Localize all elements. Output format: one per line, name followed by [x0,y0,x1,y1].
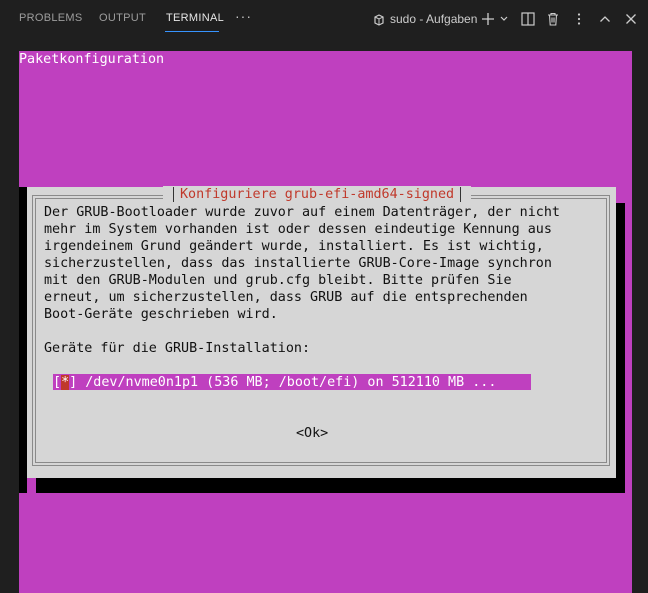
split-terminal-icon[interactable] [520,11,536,27]
body-line: erneut, um sicherzustellen, dass GRUB au… [44,290,528,305]
device-option-label: /dev/nvme0n1p1 (536 MB; /boot/efi) on 51… [77,375,497,390]
device-checkbox[interactable]: * [61,375,70,390]
install-devices-label: Geräte für die GRUB-Installation: [44,341,311,356]
more-actions-icon[interactable]: ··· [235,8,252,24]
body-line: irgendeinem Grund geändert wurde, instal… [44,239,544,254]
package-config-heading: Paketkonfiguration [19,52,165,67]
dialog-body: Der GRUB-Bootloader wurde zuvor auf eine… [44,204,560,323]
active-tab-indicator [165,31,219,32]
panel-tab-bar: PROBLEMS OUTPUT TERMINAL ··· sudo - Aufg… [0,0,648,40]
config-dialog: Konfiguriere grub-efi-amd64-signed Der G… [27,186,616,478]
body-line: mehr im System vorhanden ist oder dessen… [44,222,552,237]
tab-output[interactable]: OUTPUT [99,12,146,24]
tab-terminal[interactable]: TERMINAL [166,12,224,24]
body-line: mit den GRUB-Modulen und grub.cfg bleibt… [44,273,512,288]
dialog-left-shadow [19,187,27,493]
terminal-icon [372,13,386,27]
trash-icon[interactable] [545,11,561,27]
tab-problems[interactable]: PROBLEMS [19,12,83,24]
body-line: Der GRUB-Bootloader wurde zuvor auf eine… [44,205,560,220]
checkbox-bracket-close: ] [69,375,78,390]
device-option-row[interactable]: [*] /dev/nvme0n1p1 (536 MB; /boot/efi) o… [53,374,531,390]
body-line: sicherzustellen, dass das installierte G… [44,256,552,271]
ok-button[interactable]: <Ok> [296,425,328,442]
checkbox-bracket-open: [ [53,375,62,390]
close-icon[interactable] [623,11,639,27]
dialog-title-container: Konfiguriere grub-efi-amd64-signed [163,186,472,203]
vertical-ellipsis-icon[interactable] [571,11,587,27]
terminal-name[interactable]: sudo - Aufgaben [390,12,477,26]
chevron-down-icon[interactable] [498,11,510,27]
chevron-up-icon[interactable] [597,11,613,27]
new-terminal-icon[interactable] [480,11,496,27]
body-line: Boot-Geräte geschrieben wird. [44,307,278,322]
dialog-title: Konfiguriere grub-efi-amd64-signed [180,187,455,202]
